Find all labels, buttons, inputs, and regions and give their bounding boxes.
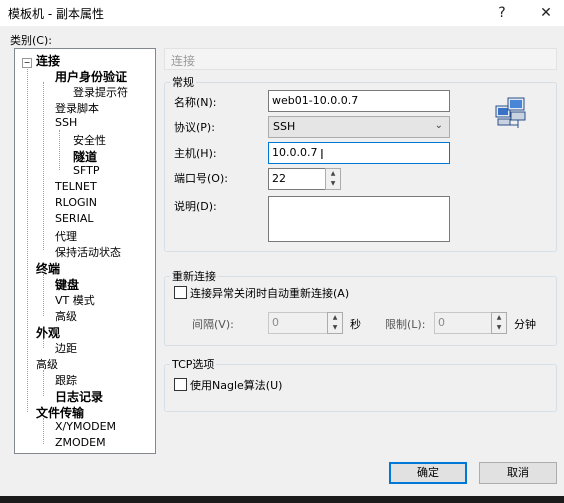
section-header: 连接 [164, 48, 557, 70]
nagle-label[interactable]: 使用Nagle算法(U) [190, 377, 282, 393]
tree-node-connection[interactable]: 连接 [36, 52, 60, 69]
spin-down-icon[interactable]: ▼ [328, 323, 342, 333]
tree-node-rlogin[interactable]: RLOGIN [55, 196, 97, 209]
text-cursor-icon: I [320, 148, 324, 163]
tree-node-serial[interactable]: SERIAL [55, 212, 93, 225]
help-button[interactable]: ? [484, 0, 520, 26]
tree-line [43, 370, 44, 396]
tree-node-margin[interactable]: 边距 [55, 340, 77, 356]
port-spinner[interactable]: ▲ ▼ [325, 168, 341, 190]
auto-reconnect-checkbox[interactable] [174, 286, 187, 299]
port-input[interactable]: 22 [268, 168, 326, 190]
name-label: 名称(N): [174, 96, 217, 109]
protocol-label: 协议(P): [174, 121, 215, 134]
spin-down-icon[interactable]: ▼ [326, 179, 340, 189]
spin-down-icon[interactable]: ▼ [492, 323, 506, 333]
spin-up-icon[interactable]: ▲ [328, 313, 342, 323]
protocol-value: SSH [273, 120, 296, 133]
tree-line [43, 82, 44, 250]
tree-line [27, 66, 28, 412]
taskbar-strip [0, 496, 564, 503]
port-label: 端口号(O): [174, 172, 228, 185]
tree-node-appearance[interactable]: 外观 [36, 324, 60, 341]
network-computers-icon [495, 97, 526, 128]
tree-node-log[interactable]: 日志记录 [55, 388, 103, 405]
tree-node-user-auth[interactable]: 用户身份验证 [55, 68, 127, 85]
host-input[interactable]: 10.0.0.7 [268, 142, 450, 164]
host-label: 主机(H): [174, 147, 217, 160]
window-title: 模板机 - 副本属性 [8, 7, 104, 21]
name-input[interactable]: web01-10.0.0.7 [268, 90, 450, 112]
category-label: 类别(C): [10, 34, 52, 47]
tree-node-ssh[interactable]: SSH [55, 116, 77, 129]
auto-reconnect-label[interactable]: 连接异常关闭时自动重新连接(A) [190, 285, 349, 301]
interval-spinner[interactable]: ▲ ▼ [327, 312, 343, 334]
seconds-label: 秒 [350, 318, 361, 331]
spin-up-icon[interactable]: ▲ [326, 169, 340, 179]
description-textarea[interactable] [268, 196, 450, 242]
interval-label: 间隔(V): [192, 318, 234, 331]
limit-input[interactable]: 0 [434, 312, 492, 334]
tree-node-advanced-root[interactable]: 高级 [36, 356, 58, 372]
nagle-checkbox[interactable] [174, 378, 187, 391]
collapse-toggle[interactable]: − [22, 58, 32, 68]
tree-node-vt-mode[interactable]: VT 模式 [55, 292, 95, 308]
tree-node-telnet[interactable]: TELNET [55, 180, 97, 193]
tree-node-login-script[interactable]: 登录脚本 [55, 100, 99, 116]
spin-up-icon[interactable]: ▲ [492, 313, 506, 323]
protocol-select[interactable]: SSH ⌄ [268, 116, 450, 138]
tree-line [59, 130, 60, 170]
tree-node-keepalive[interactable]: 保持活动状态 [55, 244, 121, 260]
ok-button[interactable]: 确定 [389, 462, 467, 484]
reconnect-group-title: 重新连接 [170, 268, 218, 284]
tree-node-trace[interactable]: 跟踪 [55, 372, 77, 388]
tree-node-xymodem[interactable]: X/YMODEM [55, 420, 116, 433]
tree-node-security[interactable]: 安全性 [73, 132, 106, 148]
limit-label: 限制(L): [385, 318, 426, 331]
tree-node-keyboard[interactable]: 键盘 [55, 276, 79, 293]
cancel-button[interactable]: 取消 [479, 462, 557, 484]
tree-line [43, 274, 44, 316]
limit-spinner[interactable]: ▲ ▼ [491, 312, 507, 334]
tcp-group-title: TCP选项 [170, 356, 217, 372]
tree-node-terminal[interactable]: 终端 [36, 260, 60, 277]
general-group-title: 常规 [170, 74, 196, 90]
tree-node-zmodem[interactable]: ZMODEM [55, 436, 106, 449]
tree-line [43, 418, 44, 444]
tree-node-login-prompt[interactable]: 登录提示符 [73, 84, 128, 100]
interval-input[interactable]: 0 [268, 312, 328, 334]
tree-node-tunnel[interactable]: 隧道 [73, 148, 97, 165]
close-button[interactable]: ✕ [528, 0, 564, 26]
tree-node-advanced[interactable]: 高级 [55, 308, 77, 324]
tree-node-file-transfer[interactable]: 文件传输 [36, 404, 84, 421]
chevron-down-icon: ⌄ [434, 120, 443, 131]
minutes-label: 分钟 [514, 318, 536, 331]
tree-node-sftp[interactable]: SFTP [73, 164, 99, 177]
tree-node-proxy[interactable]: 代理 [55, 228, 77, 244]
description-label: 说明(D): [174, 200, 217, 213]
